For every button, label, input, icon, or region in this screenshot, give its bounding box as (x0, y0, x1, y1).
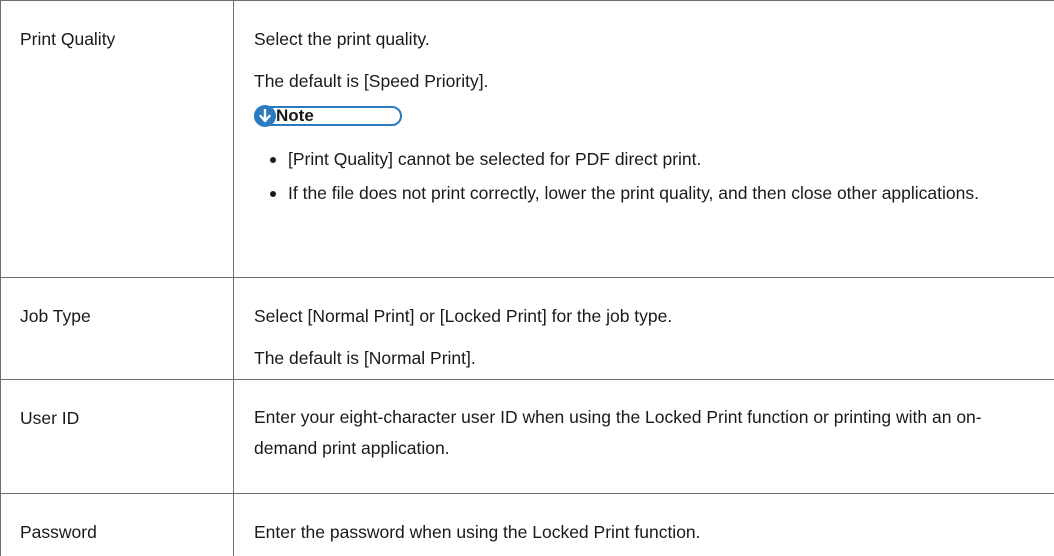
note-list: [Print Quality] cannot be selected for P… (254, 144, 1032, 209)
table-row: User ID Enter your eight-character user … (1, 380, 1054, 494)
setting-description: Enter your eight-character user ID when … (234, 380, 1054, 494)
table-row: Print Quality Select the print quality. … (1, 1, 1054, 278)
note-item-text: If the file does not print correctly, lo… (288, 183, 979, 203)
description-text: The default is [Normal Print]. (254, 347, 1032, 369)
note-label: Note (276, 108, 314, 124)
settings-table: Print Quality Select the print quality. … (0, 0, 1054, 556)
setting-name-label: Print Quality (20, 29, 115, 49)
setting-description: Enter the password when using the Locked… (234, 494, 1054, 556)
list-item: [Print Quality] cannot be selected for P… (268, 144, 1032, 175)
description-text: The default is [Speed Priority]. (254, 70, 1032, 92)
setting-description: Select the print quality. The default is… (234, 1, 1054, 278)
setting-name: Job Type (1, 278, 234, 380)
setting-name: Print Quality (1, 1, 234, 278)
table-row: Job Type Select [Normal Print] or [Locke… (1, 278, 1054, 380)
description-text: Select the print quality. (254, 28, 1032, 50)
setting-name-label: Job Type (20, 306, 91, 326)
down-arrow-circle-icon (254, 105, 276, 127)
description-text: Enter your eight-character user ID when … (254, 402, 1032, 464)
bullet-icon (270, 157, 276, 163)
description-text: Select [Normal Print] or [Locked Print] … (254, 305, 1032, 327)
table-row: Password Enter the password when using t… (1, 494, 1054, 556)
setting-name-label: User ID (20, 408, 79, 428)
note-item-text: [Print Quality] cannot be selected for P… (288, 149, 701, 169)
setting-name-label: Password (20, 522, 97, 542)
setting-name: Password (1, 494, 234, 556)
setting-description: Select [Normal Print] or [Locked Print] … (234, 278, 1054, 380)
note-heading: Note (254, 106, 402, 126)
description-text: Enter the password when using the Locked… (254, 521, 1032, 543)
bullet-icon (270, 191, 276, 197)
list-item: If the file does not print correctly, lo… (268, 178, 1032, 209)
setting-name: User ID (1, 380, 234, 494)
